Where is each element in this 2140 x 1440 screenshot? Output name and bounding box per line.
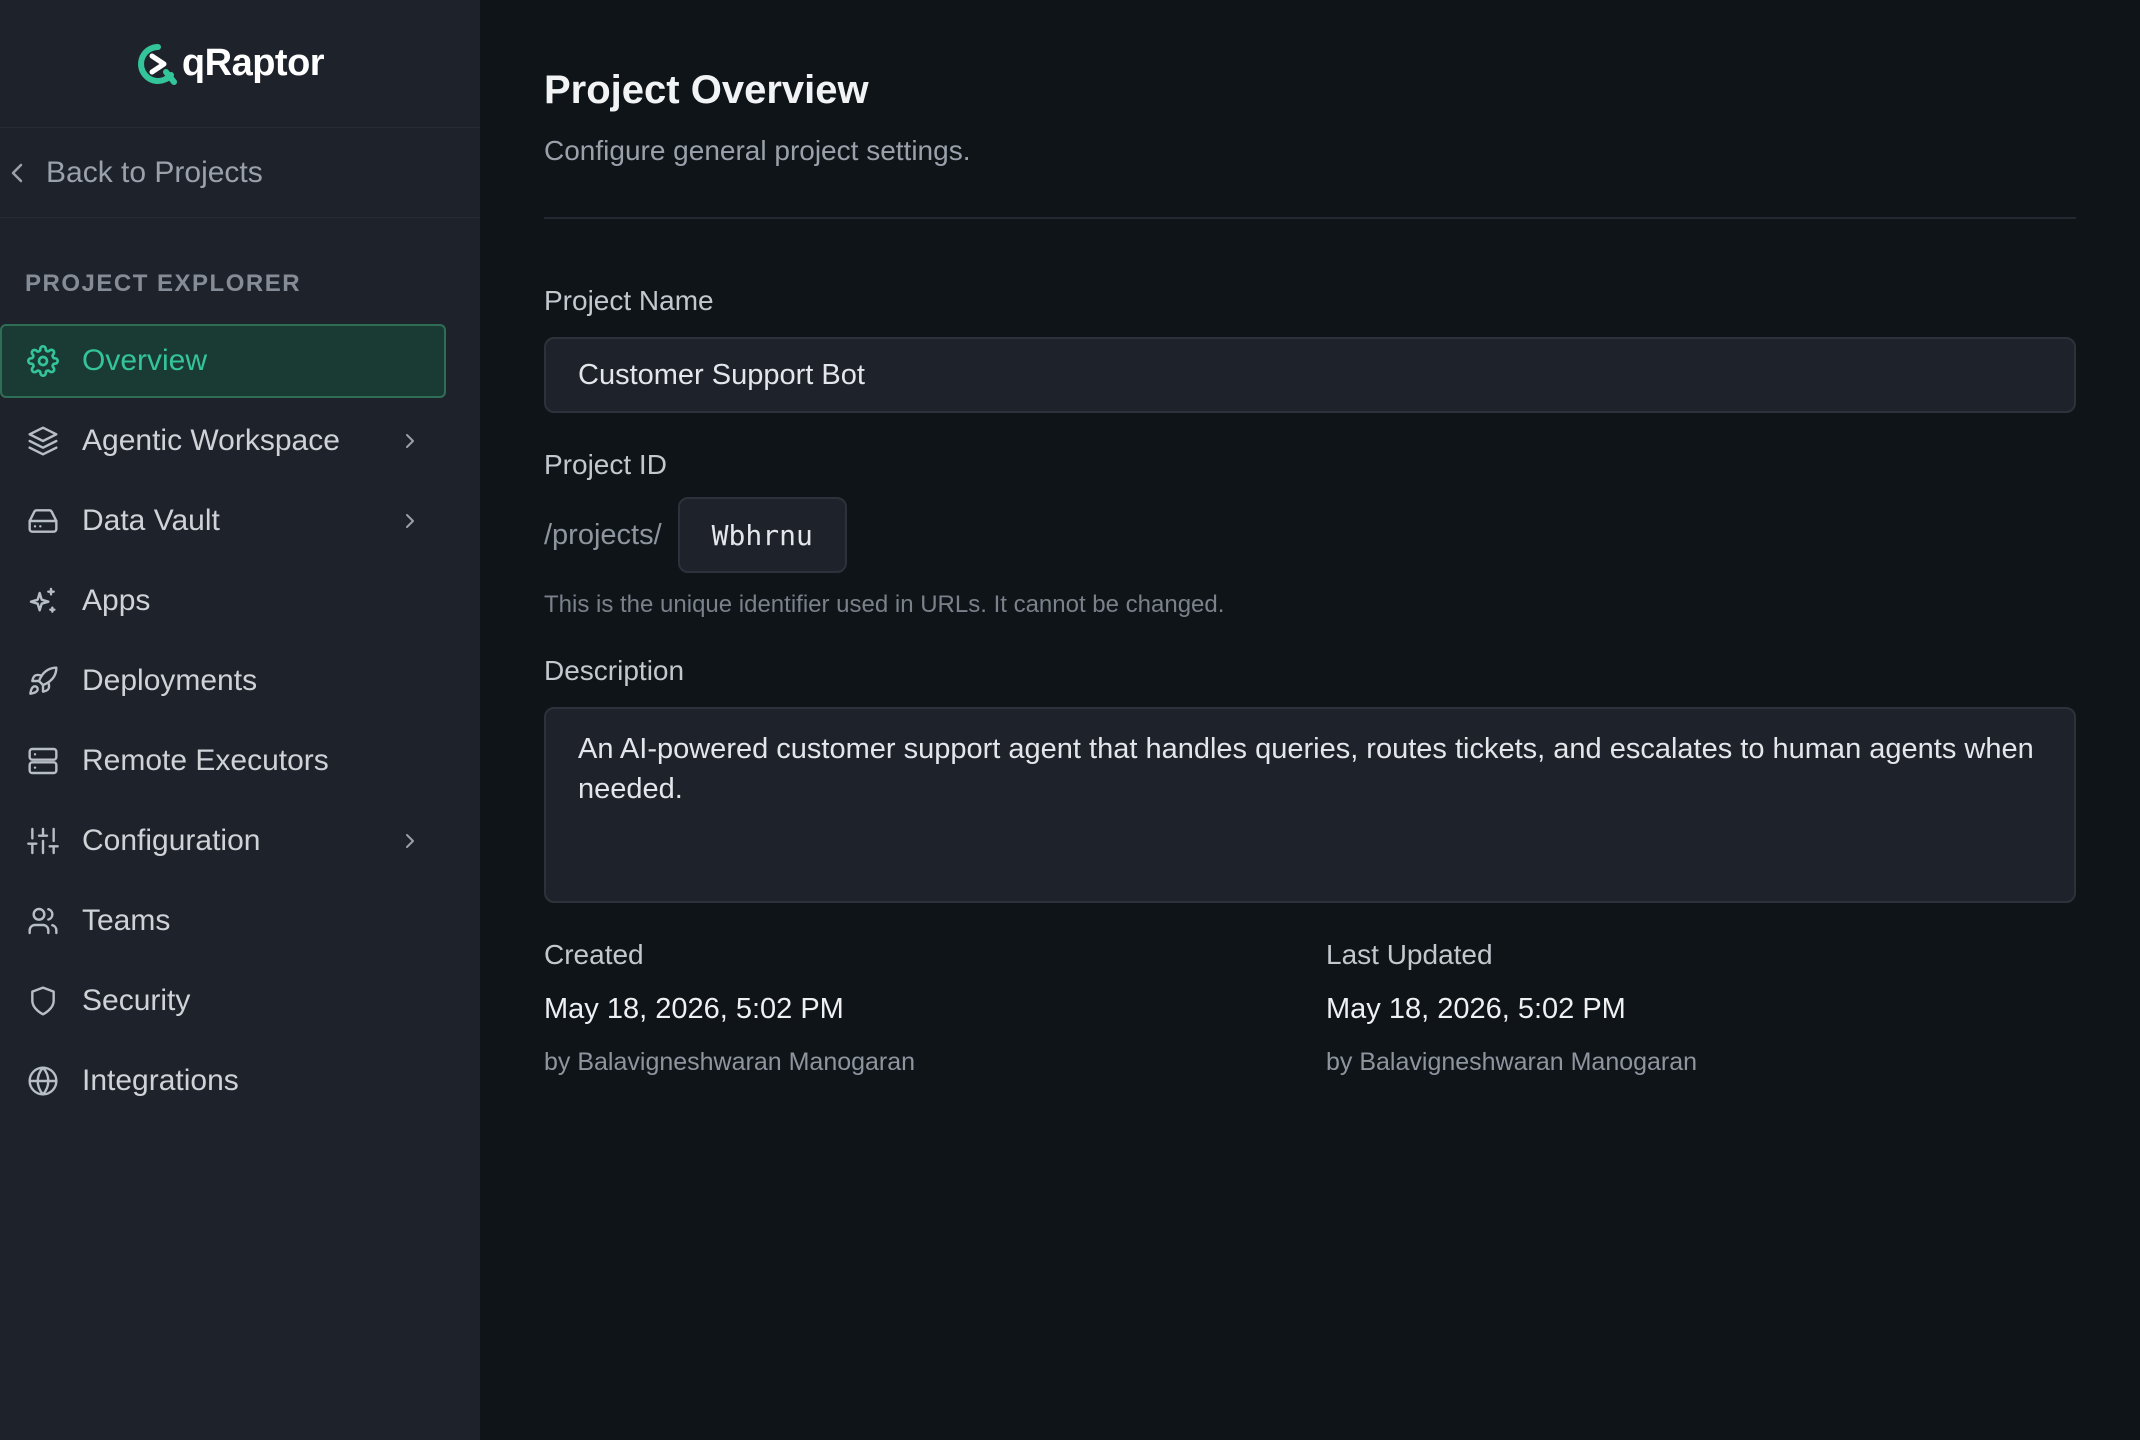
project-id-prefix: /projects/ <box>544 518 662 551</box>
sidebar-item-label: Overview <box>82 344 208 377</box>
chevron-left-icon <box>11 163 23 182</box>
layers-icon <box>26 424 60 458</box>
sidebar: qRaptor Back to Projects PROJECT EXPLORE… <box>0 0 480 1440</box>
project-explorer-heading: PROJECT EXPLORER <box>25 270 302 297</box>
sidebar-item-apps[interactable]: Apps <box>0 564 446 638</box>
sidebar-item-security[interactable]: Security <box>0 964 446 1038</box>
last-updated-by: by Balavigneshwaran Manogaran <box>1326 1048 1698 1076</box>
project-name-input[interactable]: Customer Support Bot <box>544 337 2076 413</box>
chevron-right-icon <box>400 431 420 451</box>
updated-info: Last Updated May 18, 2026, 5:02 PM by Ba… <box>1326 939 2108 1077</box>
sidebar-item-label: Remote Executors <box>82 744 329 777</box>
hard-drive-icon <box>26 504 60 538</box>
divider <box>544 217 2076 219</box>
last-updated-label: Last Updated <box>1326 939 1493 970</box>
metadata-row: Created May 18, 2026, 5:02 PM by Balavig… <box>544 939 2108 1077</box>
sidebar-item-remote-executors[interactable]: Remote Executors <box>0 724 446 798</box>
description-textarea[interactable]: An AI-powered customer support agent tha… <box>544 707 2076 903</box>
chevron-right-icon <box>400 831 420 851</box>
description-label: Description <box>544 655 685 686</box>
sidebar-item-teams[interactable]: Teams <box>0 884 446 958</box>
sliders-icon <box>26 824 60 858</box>
sidebar-item-label: Data Vault <box>82 504 220 537</box>
project-id-help-text: This is the unique identifier used in UR… <box>544 591 1225 618</box>
sidebar-item-agentic-workspace[interactable]: Agentic Workspace <box>0 404 446 478</box>
project-name-label: Project Name <box>544 285 714 316</box>
sidebar-item-label: Teams <box>82 904 171 937</box>
sidebar-item-configuration[interactable]: Configuration <box>0 804 446 878</box>
sidebar-item-data-vault[interactable]: Data Vault <box>0 484 446 558</box>
page-title: Project Overview <box>544 68 869 112</box>
gear-icon <box>26 344 60 378</box>
brand-logo[interactable]: qRaptor <box>0 0 480 128</box>
page-subtitle: Configure general project settings. <box>544 135 971 166</box>
project-id-label: Project ID <box>544 449 667 480</box>
last-updated-date: May 18, 2026, 5:02 PM <box>1326 993 1626 1025</box>
sidebar-item-label: Configuration <box>82 824 261 857</box>
rocket-icon <box>26 664 60 698</box>
main-content: Project Overview Configure general proje… <box>480 0 2140 1440</box>
created-label: Created <box>544 939 644 970</box>
created-info: Created May 18, 2026, 5:02 PM by Balavig… <box>544 939 1326 1077</box>
shield-icon <box>26 984 60 1018</box>
project-id-row: /projects/ Wbhrnu <box>544 497 2108 573</box>
sparkles-icon <box>26 584 60 618</box>
app-root: qRaptor Back to Projects PROJECT EXPLORE… <box>0 0 2140 1440</box>
project-id-value: Wbhrnu <box>677 497 847 573</box>
qraptor-logo-icon <box>137 43 177 85</box>
sidebar-item-label: Integrations <box>82 1064 239 1097</box>
back-to-projects-link[interactable]: Back to Projects <box>0 128 480 218</box>
server-icon <box>26 744 60 778</box>
sidebar-item-integrations[interactable]: Integrations <box>0 1044 446 1118</box>
sidebar-item-label: Security <box>82 984 191 1017</box>
sidebar-nav: Overview Agentic Workspace Data Vault Ap… <box>0 324 480 1124</box>
sidebar-item-label: Deployments <box>82 664 258 697</box>
users-icon <box>26 904 60 938</box>
created-date: May 18, 2026, 5:02 PM <box>544 993 844 1025</box>
sidebar-item-label: Apps <box>82 584 151 617</box>
globe-icon <box>26 1064 60 1098</box>
sidebar-item-deployments[interactable]: Deployments <box>0 644 446 718</box>
created-by: by Balavigneshwaran Manogaran <box>544 1048 916 1076</box>
chevron-right-icon <box>400 511 420 531</box>
sidebar-item-overview[interactable]: Overview <box>0 324 446 398</box>
sidebar-item-label: Agentic Workspace <box>82 424 340 457</box>
back-to-projects-label: Back to Projects <box>46 155 263 189</box>
brand-name: qRaptor <box>181 42 325 84</box>
